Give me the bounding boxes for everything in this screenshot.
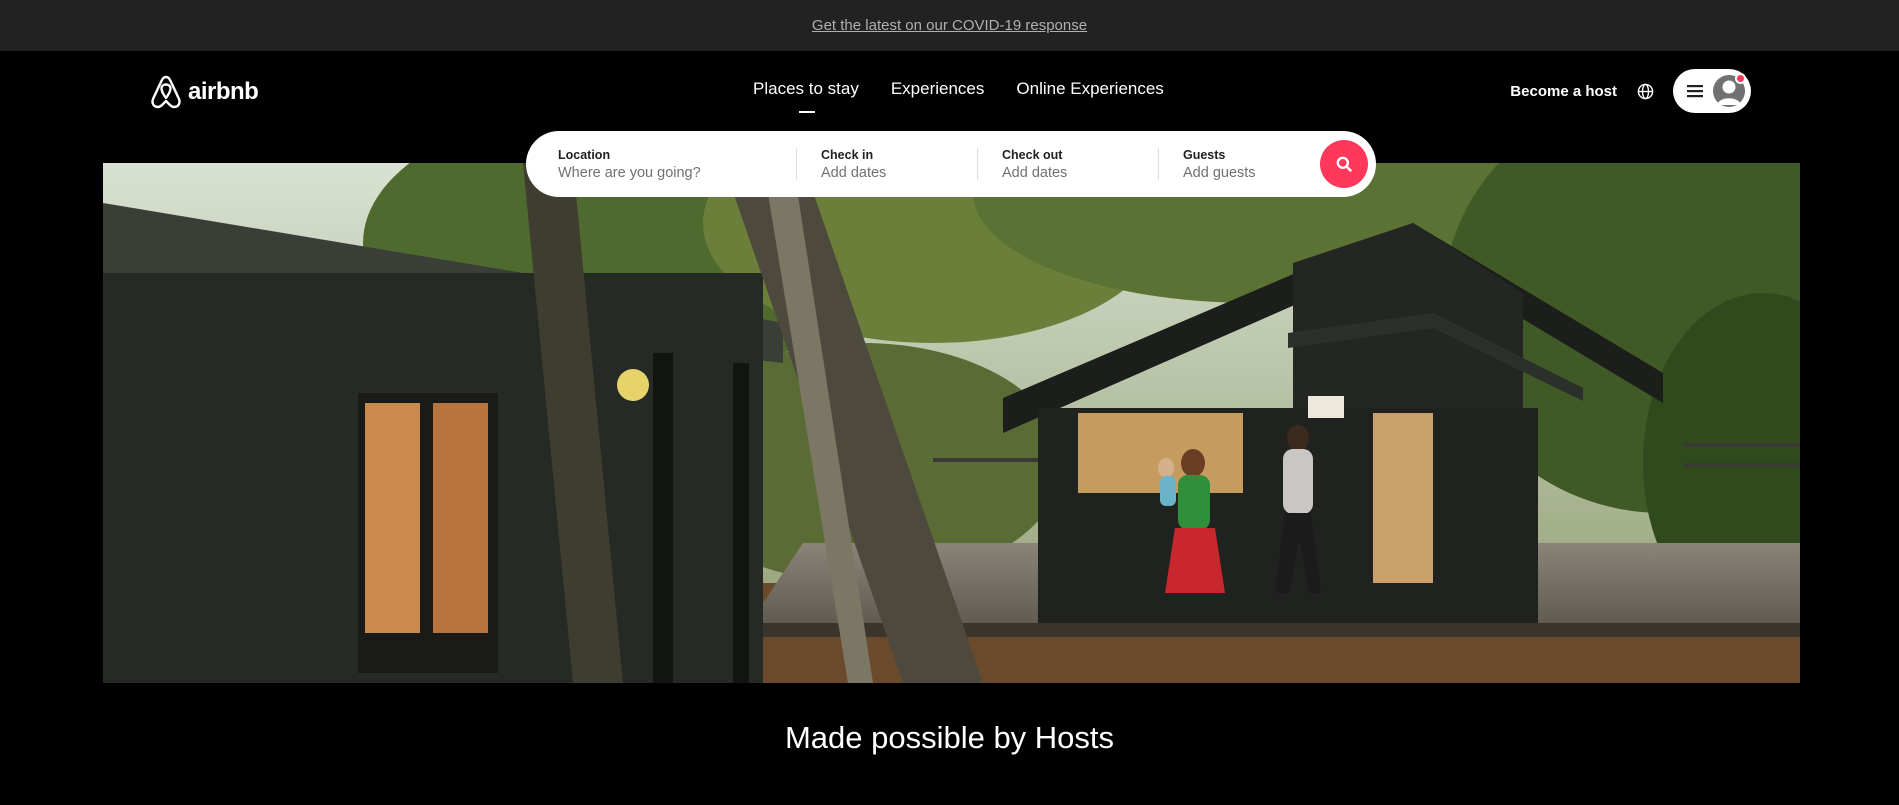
top-navigation: airbnb Places to stay Experiences Online… bbox=[0, 51, 1899, 131]
tab-experiences[interactable]: Experiences bbox=[891, 79, 985, 99]
check-in-label: Check in bbox=[821, 147, 874, 162]
guests-label: Guests bbox=[1183, 147, 1226, 162]
hamburger-menu-icon bbox=[1687, 85, 1703, 98]
check-in-value: Add dates bbox=[821, 164, 887, 181]
check-in-field[interactable]: Check in Add dates bbox=[797, 131, 977, 197]
become-a-host-link[interactable]: Become a host bbox=[1510, 83, 1617, 100]
guests-field[interactable]: Guests Add guests bbox=[1159, 131, 1319, 197]
hosts-tagline: Made possible by Hosts bbox=[784, 720, 1115, 755]
main-tabs: Places to stay Experiences Online Experi… bbox=[753, 79, 1164, 113]
guests-value: Add guests bbox=[1183, 164, 1256, 181]
check-out-value: Add dates bbox=[1002, 164, 1068, 181]
globe-icon[interactable] bbox=[1635, 81, 1655, 101]
location-input[interactable]: Where are you going? bbox=[558, 165, 796, 181]
location-label: Location bbox=[558, 147, 611, 162]
check-out-label: Check out bbox=[1002, 147, 1063, 162]
airbnb-belo-icon bbox=[151, 75, 181, 109]
airbnb-logo[interactable]: airbnb bbox=[150, 75, 259, 109]
tab-online-experiences[interactable]: Online Experiences bbox=[1016, 79, 1163, 99]
check-out-field[interactable]: Check out Add dates bbox=[978, 131, 1158, 197]
search-icon bbox=[1336, 156, 1352, 172]
search-button[interactable] bbox=[1320, 140, 1368, 188]
tab-places-to-stay[interactable]: Places to stay bbox=[753, 79, 859, 113]
right-nav: Become a host bbox=[1510, 69, 1751, 113]
logo-wordmark: airbnb bbox=[188, 78, 259, 105]
user-menu-button[interactable] bbox=[1673, 69, 1751, 113]
covid-response-link[interactable]: Get the latest on our COVID-19 response bbox=[812, 17, 1087, 34]
hero-image bbox=[103, 163, 1800, 683]
covid-banner: Get the latest on our COVID-19 response bbox=[0, 0, 1899, 51]
cabin-hosts-photo bbox=[103, 163, 1800, 683]
notification-dot bbox=[1735, 73, 1746, 84]
location-field[interactable]: Location Where are you going? bbox=[526, 131, 796, 197]
search-bar: Location Where are you going? Check in A… bbox=[526, 131, 1376, 197]
